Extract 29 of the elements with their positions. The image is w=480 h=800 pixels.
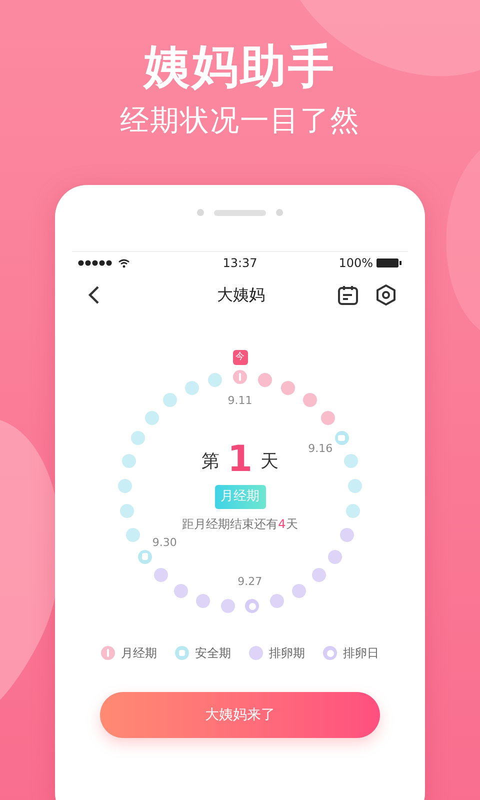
date-label: 9.27	[238, 574, 262, 590]
phase-badge: 月经期	[214, 485, 266, 509]
speaker-slot	[214, 210, 266, 216]
settings-icon	[375, 284, 397, 306]
date-label: 9.30	[152, 534, 177, 551]
legend-label: 月经期	[121, 645, 157, 662]
battery-icon	[376, 258, 402, 268]
day-suffix: 天	[260, 450, 279, 474]
wifi-icon	[118, 258, 130, 268]
day-prefix: 第	[201, 450, 220, 474]
calendar-button[interactable]	[336, 283, 360, 307]
battery-percent: 100%	[338, 255, 373, 272]
date-label: 9.16	[308, 441, 333, 458]
back-icon	[88, 285, 100, 305]
legend-label: 排卵日	[343, 645, 379, 662]
today-badge: 今	[232, 350, 248, 365]
legend-label: 排卵期	[269, 645, 305, 662]
countdown-text: 距月经期结束还有4天	[182, 516, 298, 533]
status-time: 13:37	[222, 255, 258, 272]
period-started-button[interactable]: 大姨妈来了	[100, 692, 380, 738]
day-number: 1	[227, 441, 253, 480]
nav-title: 大姨妈	[217, 284, 265, 306]
app-subtitle: 经期状况一目了然	[120, 102, 360, 139]
calendar-icon	[337, 284, 359, 306]
signal-icon	[78, 260, 114, 266]
legend-label: 安全期	[195, 645, 231, 662]
date-label: 9.11	[228, 392, 252, 409]
app-title: 姨妈助手	[144, 38, 336, 94]
settings-button[interactable]	[374, 283, 398, 307]
